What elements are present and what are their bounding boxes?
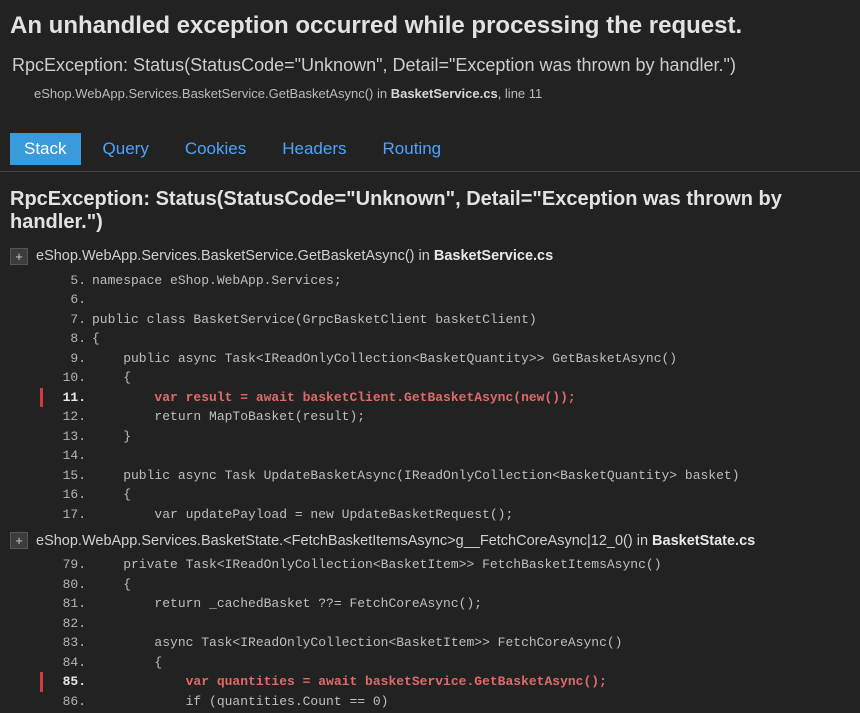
- line-number: 8.: [40, 329, 92, 349]
- frame-method: eShop.WebApp.Services.BasketService.GetB…: [36, 248, 553, 264]
- code-line: 9. public async Task<IReadOnlyCollection…: [40, 349, 850, 369]
- source-text: return MapToBasket(result);: [92, 407, 365, 427]
- tab-bar: StackQueryCookiesHeaders Routing: [0, 109, 860, 172]
- source-text: {: [92, 368, 131, 388]
- code-line: 86. if (quantities.Count == 0): [40, 692, 850, 712]
- code-line: 13. }: [40, 427, 850, 447]
- code-block: 79. private Task<IReadOnlyCollection<Bas…: [10, 555, 850, 711]
- code-block: 5.namespace eShop.WebApp.Services;6.7.pu…: [10, 271, 850, 525]
- code-line: 83. async Task<IReadOnlyCollection<Baske…: [40, 633, 850, 653]
- source-text: private Task<IReadOnlyCollection<BasketI…: [92, 555, 662, 575]
- code-line: 17. var updatePayload = new UpdateBasket…: [40, 505, 850, 525]
- error-header: An unhandled exception occurred while pr…: [0, 0, 860, 109]
- error-location: eShop.WebApp.Services.BasketService.GetB…: [10, 86, 850, 101]
- location-line: , line 11: [498, 86, 543, 101]
- line-number: 83.: [40, 633, 92, 653]
- stack-frame: + eShop.WebApp.Services.BasketService.Get…: [0, 242, 860, 527]
- frame-header[interactable]: + eShop.WebApp.Services.BasketService.Get…: [10, 244, 850, 271]
- line-number: 15.: [40, 466, 92, 486]
- code-line: 10. {: [40, 368, 850, 388]
- line-number: 81.: [40, 594, 92, 614]
- line-number: 5.: [40, 271, 92, 291]
- tab-headers[interactable]: Headers: [268, 133, 360, 165]
- line-number: 86.: [40, 692, 92, 712]
- code-line: 85. var quantities = await basketService…: [40, 672, 850, 692]
- source-text: var updatePayload = new UpdateBasketRequ…: [92, 505, 513, 525]
- code-line: 11. var result = await basketClient.GetB…: [40, 388, 850, 408]
- source-text: return _cachedBasket ??= FetchCoreAsync(…: [92, 594, 482, 614]
- line-number: 16.: [40, 485, 92, 505]
- stack-exception-heading: RpcException: Status(StatusCode="Unknown…: [0, 172, 860, 242]
- tab-routing[interactable]: Routing: [369, 133, 456, 165]
- code-line: 80. {: [40, 575, 850, 595]
- source-text: {: [92, 653, 162, 673]
- stack-frames: + eShop.WebApp.Services.BasketService.Get…: [0, 242, 860, 713]
- code-line: 15. public async Task UpdateBasketAsync(…: [40, 466, 850, 486]
- source-text: {: [92, 329, 100, 349]
- source-text: var quantities = await basketService.Get…: [92, 672, 607, 692]
- line-number: 13.: [40, 427, 92, 447]
- code-line: 14.: [40, 446, 850, 466]
- line-number: 12.: [40, 407, 92, 427]
- source-text: public async Task<IReadOnlyCollection<Ba…: [92, 349, 677, 369]
- line-number: 79.: [40, 555, 92, 575]
- line-number: 7.: [40, 310, 92, 330]
- location-file: BasketService.cs: [391, 86, 498, 101]
- line-number: 84.: [40, 653, 92, 673]
- page-title: An unhandled exception occurred while pr…: [10, 12, 850, 41]
- code-line: 82.: [40, 614, 850, 634]
- expand-icon[interactable]: +: [10, 532, 28, 549]
- source-text: public class BasketService(GrpcBasketCli…: [92, 310, 537, 330]
- code-line: 5.namespace eShop.WebApp.Services;: [40, 271, 850, 291]
- tab-cookies[interactable]: Cookies: [171, 133, 260, 165]
- line-number: 17.: [40, 505, 92, 525]
- line-number: 80.: [40, 575, 92, 595]
- line-number: 85.: [40, 672, 92, 692]
- code-line: 84. {: [40, 653, 850, 673]
- code-line: 81. return _cachedBasket ??= FetchCoreAs…: [40, 594, 850, 614]
- exception-summary: RpcException: Status(StatusCode="Unknown…: [10, 55, 850, 76]
- source-text: public async Task UpdateBasketAsync(IRea…: [92, 466, 740, 486]
- frame-header[interactable]: + eShop.WebApp.Services.BasketState.<Fetc…: [10, 528, 850, 555]
- expand-icon[interactable]: +: [10, 248, 28, 265]
- code-line: 6.: [40, 290, 850, 310]
- line-number: 14.: [40, 446, 92, 466]
- tab-stack[interactable]: Stack: [10, 133, 81, 165]
- source-text: }: [92, 427, 131, 447]
- tab-query[interactable]: Query: [89, 133, 163, 165]
- line-number: 11.: [40, 388, 92, 408]
- line-number: 82.: [40, 614, 92, 634]
- stack-frame: + eShop.WebApp.Services.BasketState.<Fetc…: [0, 526, 860, 713]
- source-text: if (quantities.Count == 0): [92, 692, 388, 712]
- code-line: 8.{: [40, 329, 850, 349]
- line-number: 6.: [40, 290, 92, 310]
- source-text: {: [92, 575, 131, 595]
- code-line: 7.public class BasketService(GrpcBasketC…: [40, 310, 850, 330]
- source-text: namespace eShop.WebApp.Services;: [92, 271, 342, 291]
- source-text: async Task<IReadOnlyCollection<BasketIte…: [92, 633, 623, 653]
- frame-method: eShop.WebApp.Services.BasketState.<Fetch…: [36, 533, 755, 549]
- code-line: 79. private Task<IReadOnlyCollection<Bas…: [40, 555, 850, 575]
- line-number: 9.: [40, 349, 92, 369]
- code-line: 16. {: [40, 485, 850, 505]
- source-text: {: [92, 485, 131, 505]
- code-line: 12. return MapToBasket(result);: [40, 407, 850, 427]
- source-text: var result = await basketClient.GetBaske…: [92, 388, 576, 408]
- line-number: 10.: [40, 368, 92, 388]
- location-method: eShop.WebApp.Services.BasketService.GetB…: [34, 86, 391, 101]
